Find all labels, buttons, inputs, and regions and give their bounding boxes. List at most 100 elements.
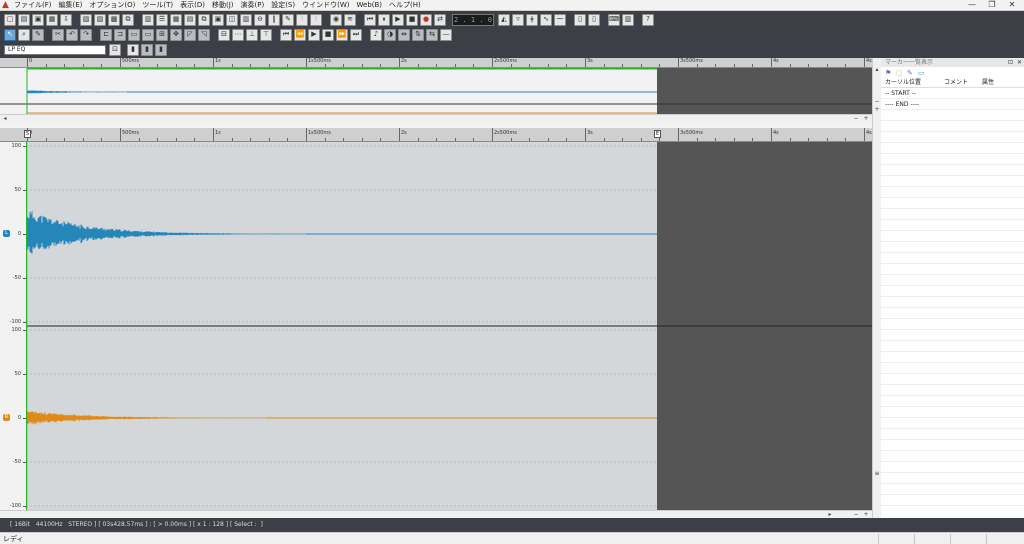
right-channel-badge[interactable]: R <box>3 414 10 421</box>
overview-waveform[interactable] <box>0 68 872 114</box>
v-zoom-plus-icon[interactable]: + <box>873 106 881 113</box>
menu-options[interactable]: オプション(O) <box>89 0 135 10</box>
record-icon[interactable]: ● <box>420 13 432 26</box>
speaker-icon[interactable]: ♪ <box>370 28 382 41</box>
menu-web[interactable]: Web(B) <box>357 1 383 9</box>
effect-settings-icon[interactable]: ▮ <box>155 43 167 56</box>
effect-apply-icon[interactable]: ▮ <box>127 43 139 56</box>
col-comment[interactable]: コメント <box>944 78 982 87</box>
mute-icon[interactable]: ▭ <box>128 28 140 41</box>
waveform-canvas[interactable] <box>26 142 872 510</box>
zoom-minus-icon[interactable]: − <box>852 115 860 122</box>
save-as-icon[interactable]: ▦ <box>46 13 58 26</box>
maximize-button[interactable]: ❐ <box>982 0 1002 10</box>
select-tool-icon[interactable]: ↖ <box>4 28 16 41</box>
minimize-button[interactable]: — <box>962 0 982 10</box>
cd-icon[interactable]: ◉ <box>330 13 342 26</box>
prev-marker-icon[interactable]: ⏮ <box>280 28 292 41</box>
reverse-icon[interactable]: ⇆ <box>426 28 438 41</box>
next-marker-icon[interactable]: ⏭ <box>350 28 362 41</box>
blank-icon[interactable]: ▢ <box>896 69 904 77</box>
bars-icon[interactable]: ▥ <box>142 13 154 26</box>
scroll-up-icon[interactable]: ▴ <box>873 66 881 73</box>
loop-icon[interactable]: ⇄ <box>434 13 446 26</box>
minus-icon[interactable]: — <box>440 28 452 41</box>
metronome-icon[interactable]: ◭ <box>498 13 510 26</box>
v-zoom-minus-icon[interactable]: − <box>873 98 881 105</box>
menu-play[interactable]: 演奏(P) <box>241 0 265 10</box>
clip-icon[interactable]: ▭ <box>142 28 154 41</box>
play2-icon[interactable]: ▶ <box>308 28 320 41</box>
flag-icon[interactable]: ⚑ <box>885 69 893 77</box>
wave-shape-icon[interactable]: ∿ <box>540 13 552 26</box>
waveform-editor[interactable]: 0500ms1s1s500ms2s2s500ms3s3s500ms4s4s500… <box>0 122 889 510</box>
fade-out-icon[interactable]: ◹ <box>198 28 210 41</box>
pen-icon[interactable]: ✎ <box>282 13 294 26</box>
overview-scrollbar[interactable]: ◂ − + <box>0 114 872 122</box>
overview-ruler[interactable]: 0500ms1s1s500ms2s2s500ms3s3s500ms4s4s500… <box>0 58 889 68</box>
open-project-icon[interactable]: ▧ <box>80 13 92 26</box>
menu-edit[interactable]: 編集(E) <box>59 0 83 10</box>
copy-icon[interactable]: ⧉ <box>198 13 210 26</box>
rewind-icon[interactable]: ⏪ <box>294 28 306 41</box>
pitch-icon[interactable]: ⇅ <box>412 28 424 41</box>
panel-close-icon[interactable]: ✕ <box>1017 58 1022 67</box>
grid-icon[interactable]: ▤ <box>184 13 196 26</box>
folder-icon[interactable]: ▨ <box>94 13 106 26</box>
overview-panel[interactable]: 0500ms1s1s500ms2s2s500ms3s3s500ms4s4s500… <box>0 58 889 114</box>
book2-icon[interactable]: ▯ <box>588 13 600 26</box>
normalize-icon[interactable]: ⊟ <box>218 28 230 41</box>
undo-icon[interactable]: ↶ <box>66 28 78 41</box>
align-icon[interactable]: ▥ <box>240 13 252 26</box>
piano-icon[interactable]: ‖ <box>268 13 280 26</box>
effect-bypass-icon[interactable]: ▮ <box>141 43 153 56</box>
screen-icon[interactable]: ▭ <box>918 69 926 77</box>
start-marker-flag[interactable]: S <box>24 130 31 138</box>
table-icon[interactable]: ▦ <box>170 13 182 26</box>
marker-list-icon[interactable]: ⊤ <box>260 28 272 41</box>
redo-icon[interactable]: ↷ <box>80 28 92 41</box>
col-attribute[interactable]: 属性 <box>982 78 1012 87</box>
effect-menu-icon[interactable]: ⊡ <box>109 43 121 56</box>
fade-in-icon[interactable]: ◸ <box>184 28 196 41</box>
pan-icon[interactable]: ⇹ <box>398 28 410 41</box>
wave-icon[interactable]: ≋ <box>344 13 356 26</box>
save-icon[interactable]: ▣ <box>32 13 44 26</box>
menu-move[interactable]: 移動(J) <box>212 0 234 10</box>
join-icon[interactable]: ⊞ <box>156 28 168 41</box>
stop2-icon[interactable]: ■ <box>322 28 334 41</box>
paste-icon[interactable]: ▣ <box>212 13 224 26</box>
move-icon[interactable]: ✥ <box>170 28 182 41</box>
pencil-icon[interactable]: ✎ <box>907 69 915 77</box>
zoom-out-h-icon[interactable]: − <box>852 511 860 518</box>
scroll-right-icon[interactable]: ▸ <box>826 511 834 518</box>
play-icon[interactable]: ▶ <box>392 13 404 26</box>
silence-icon[interactable]: ⋯ <box>232 28 244 41</box>
zoom-plus-icon[interactable]: + <box>862 115 870 122</box>
new-file-icon[interactable]: ▢ <box>4 13 16 26</box>
trim2-icon[interactable]: ⊐ <box>114 28 126 41</box>
export-icon[interactable]: ⇩ <box>60 13 72 26</box>
stop-icon[interactable]: ■ <box>406 13 418 26</box>
batch-icon[interactable]: ⧉ <box>122 13 134 26</box>
col-cursor-position[interactable]: カーソル位置 <box>881 78 944 87</box>
menu-file[interactable]: ファイル(F) <box>14 0 52 10</box>
eq-icon[interactable]: ▿ <box>512 13 524 26</box>
marker-row-start[interactable]: -- START -- <box>881 88 1024 99</box>
close-button[interactable]: ✕ <box>1002 0 1022 10</box>
cut-icon[interactable]: ✂ <box>52 28 64 41</box>
spectrum-icon[interactable]: ▥ <box>622 13 634 26</box>
zoom-in-h-icon[interactable]: + <box>862 511 870 518</box>
forward-icon[interactable]: ⏩ <box>336 28 348 41</box>
menu-window[interactable]: ウインドウ(W) <box>302 0 349 10</box>
book-icon[interactable]: ▯ <box>574 13 586 26</box>
zoom-tool-icon[interactable]: ⌕ <box>18 28 30 41</box>
effect-preset-select[interactable]: LP EQ <box>4 44 106 55</box>
list-icon[interactable]: ☰ <box>156 13 168 26</box>
open-file-icon[interactable]: ▤ <box>18 13 30 26</box>
vertical-scrollbar[interactable]: ▴ − + ≡ <box>872 58 881 518</box>
volume-icon[interactable]: ◑ <box>384 28 396 41</box>
pause-icon[interactable]: ⏸ <box>378 13 390 26</box>
end-marker-flag[interactable]: E <box>654 130 661 138</box>
mixer2-icon[interactable]: ⫶ <box>310 13 322 26</box>
